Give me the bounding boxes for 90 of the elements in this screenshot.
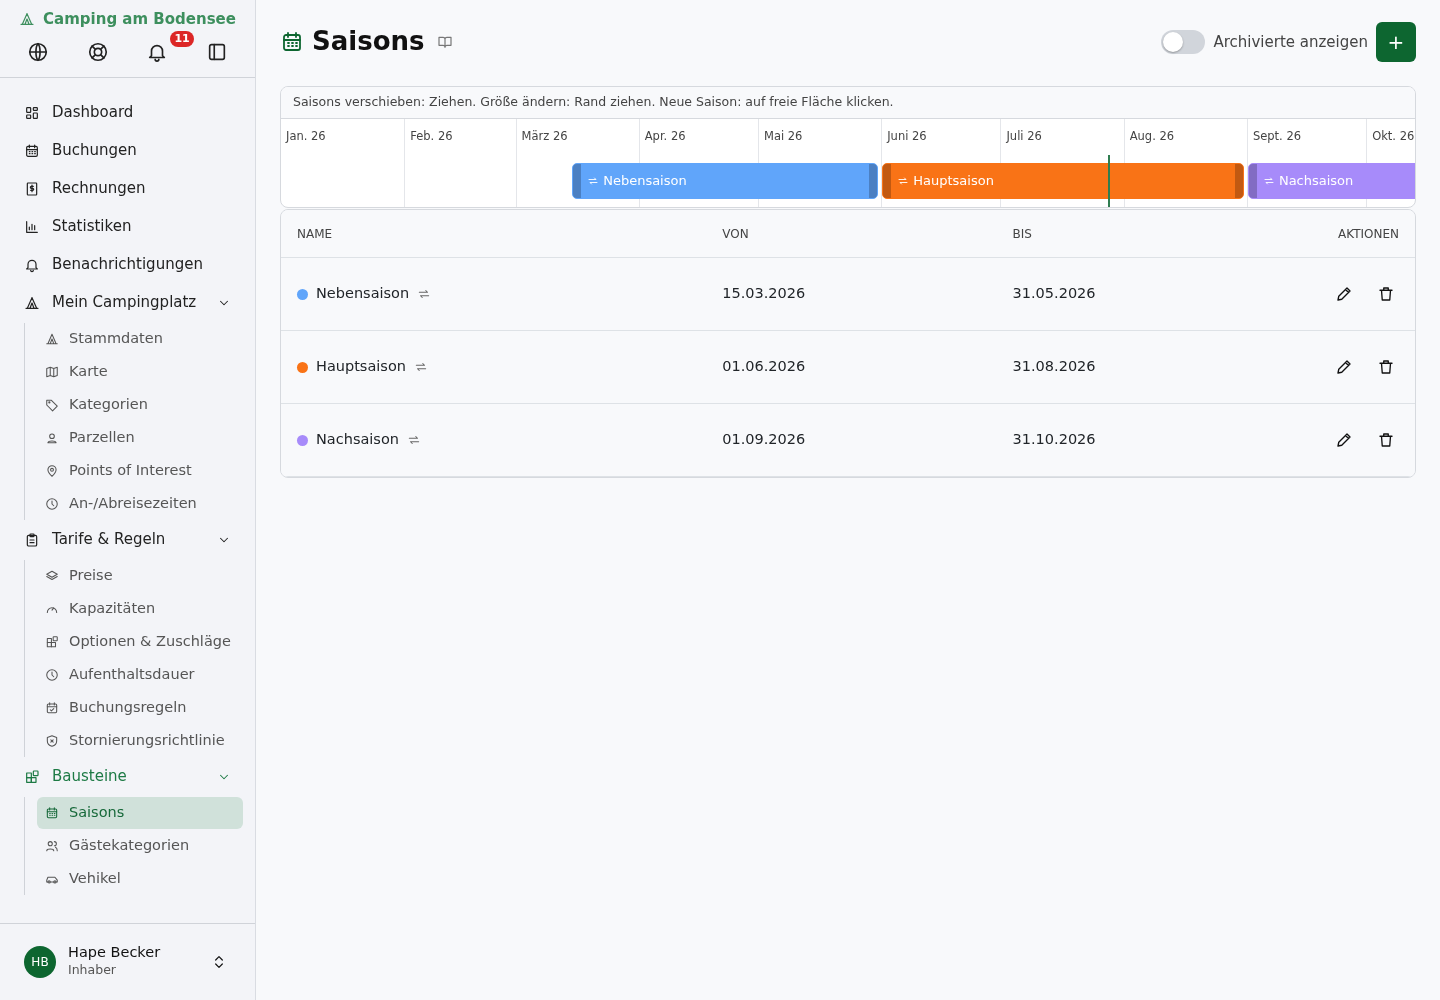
month-label: Feb. 26 [410,128,453,143]
tent-icon [24,294,40,311]
layers-icon [45,568,59,583]
tag-icon [45,397,59,412]
user-role: Inhaber [68,961,117,980]
nav-sublink[interactable]: Preise [37,559,243,592]
end-date: 31.08.2026 [1012,358,1096,375]
nav-link[interactable]: Rechnungen [12,169,243,208]
pencil-icon [1335,431,1353,450]
month-label: Juni 26 [887,128,927,143]
help-icon [86,40,109,63]
nav-sublink[interactable]: An-/Abreisezeiten [37,487,243,520]
nav-sublink[interactable]: Stornierungsrichtlinie [37,724,243,757]
clock-icon [45,496,59,511]
brand-name: Camping am Bodensee [43,9,236,30]
calendar-check-icon [45,700,59,715]
notification-count: 11 [170,30,194,47]
tent-icon [45,331,59,346]
bar-chart-icon [24,218,40,235]
calendar-icon [280,30,304,54]
nav-sublink[interactable]: Gästekategorien [37,829,243,862]
nav-link[interactable]: Benachrichtigungen [12,245,243,284]
timeline-hint: Saisons verschieben: Ziehen. Größe ändern: Rand ziehen. Neue Saison: auf freie Fläche klicken. [281,87,1415,119]
map-icon [45,364,59,379]
nav-sublink[interactable]: Kapazitäten [37,592,243,625]
pencil-icon [1335,358,1353,377]
user-avatar: HB [24,946,56,978]
user-name: Hape Becker [68,943,162,962]
month-label: Jan. 26 [286,128,326,143]
toggle-label: Archivierte anzeigen [1213,31,1368,53]
season-bar-label: Nachsaison [1278,172,1354,190]
nav-group[interactable]: Bausteine [12,757,243,796]
nav-sublink[interactable]: Vehikel [37,862,243,895]
nav-sublink[interactable]: Buchungsregeln [37,691,243,724]
column-header: AKTIONEN [1338,226,1399,241]
nav-link[interactable]: Statistiken [12,207,243,246]
dashboard-icon [24,104,40,121]
map-pin-icon [45,463,59,478]
month-label: Mai 26 [764,128,803,143]
add-button[interactable]: + [1376,22,1416,62]
season-name: Nachsaison [316,430,399,450]
month-label: Juli 26 [1006,128,1042,143]
nav-sublink[interactable]: Parzellen [37,421,243,454]
toggle-switch[interactable] [1161,30,1206,54]
start-date: 15.03.2026 [722,285,806,302]
user-icon [45,430,59,445]
tent-icon [19,11,36,28]
end-date: 31.10.2026 [1012,431,1096,448]
blocks-icon [45,634,59,649]
globe-icon [26,40,49,63]
calendar-icon [24,142,40,159]
month-label: März 26 [521,128,568,143]
nav-sublink[interactable]: Saisons [37,796,243,829]
users-icon [45,838,59,853]
page-title: Saisons [312,26,425,58]
clipboard-icon [24,531,40,548]
month-label: Aug. 26 [1129,128,1175,143]
clock-icon [45,667,59,682]
end-date: 31.05.2026 [1012,285,1096,302]
column-header: BIS [1012,226,1032,241]
trash-icon [1377,358,1395,377]
nav-sublink[interactable]: Kategorien [37,388,243,421]
season-name: Nebensaison [316,284,410,304]
pencil-icon [1335,285,1353,304]
season-bar-label: Nebensaison [603,172,687,190]
start-date: 01.06.2026 [722,358,806,375]
season-bar-label: Hauptsaison [913,172,994,190]
shield-icon [45,733,59,748]
column-header: VON [722,226,749,241]
nav-sublink[interactable]: Optionen & Zuschläge [37,625,243,658]
nav-group[interactable]: Tarife & Regeln [12,520,243,559]
receipt-icon [24,180,40,197]
start-date: 01.09.2026 [722,431,806,448]
nav-group[interactable]: Mein Campingplatz [12,283,243,322]
season-name: Hauptsaison [316,357,406,377]
column-header: NAME [297,226,333,241]
book-icon [436,34,453,50]
trash-icon [1377,431,1395,450]
calendar-icon [45,805,59,820]
nav-sublink[interactable]: Aufenthaltsdauer [37,658,243,691]
nav-link[interactable]: Buchungen [12,131,243,170]
nav-sublink[interactable]: Stammdaten [37,322,243,355]
blocks-icon [24,768,40,785]
nav-link[interactable]: Dashboard [12,93,243,132]
month-label: Sept. 26 [1252,128,1302,143]
nav-sublink[interactable]: Points of Interest [37,454,243,487]
nav-sublink[interactable]: Karte [37,355,243,388]
month-label: Okt. 26 [1372,128,1415,143]
month-label: Apr. 26 [644,128,686,143]
trash-icon [1377,285,1395,304]
